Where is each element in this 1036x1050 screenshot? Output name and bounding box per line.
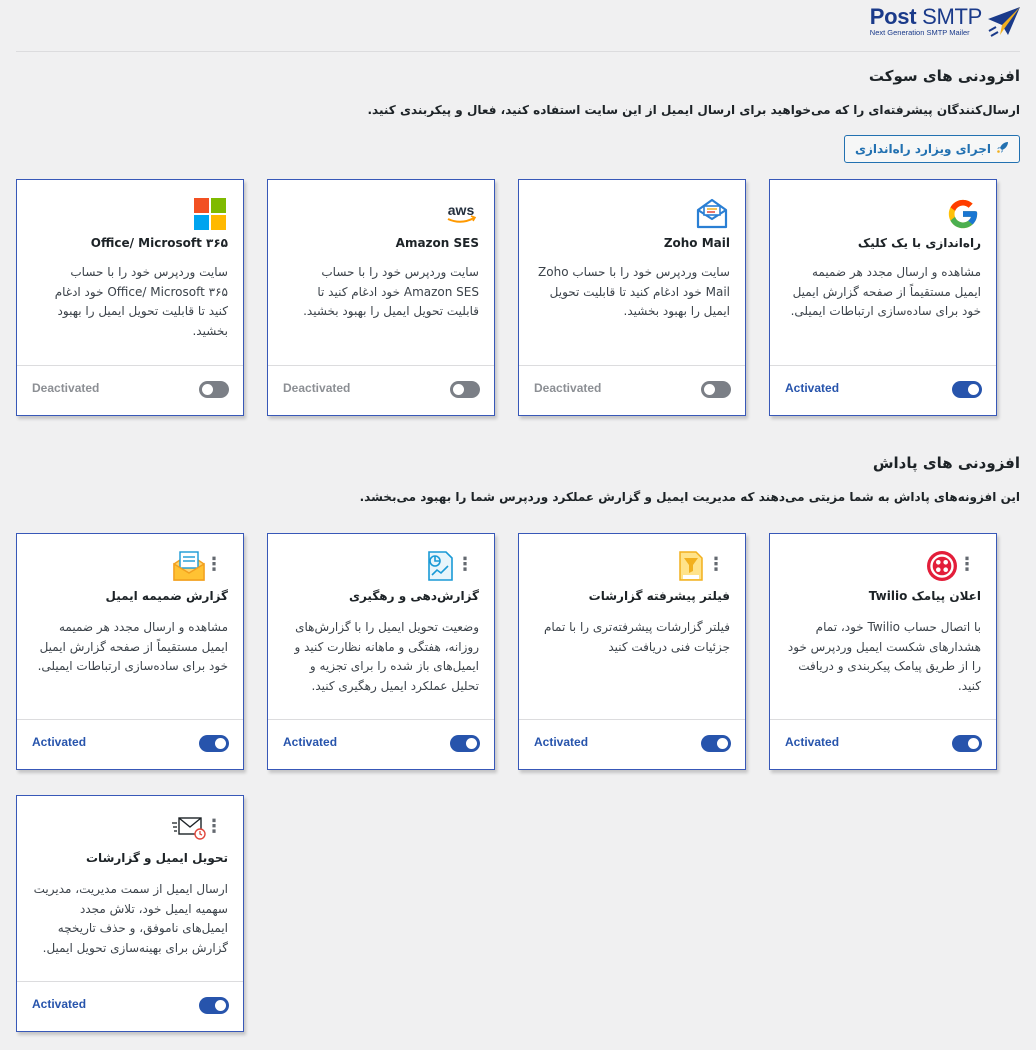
more-options-icon[interactable]: ⋮: [456, 556, 474, 574]
card-footer: Deactivated: [268, 365, 494, 415]
card-description: ارسال ایمیل از سمت مدیریت، مدیریت سهمیه …: [33, 882, 228, 955]
card-title: تحویل ایمیل و گزارشات: [86, 851, 228, 865]
logo-title: Post SMTP: [869, 4, 983, 29]
card-title: Office/ Microsoft ۳۶۵: [90, 236, 228, 250]
email-attachment-icon: [171, 548, 207, 584]
card-title: اعلان پیامک Twilio: [868, 589, 981, 603]
logo-text: Post SMTP Next Generation SMTP Mailer: [869, 4, 983, 38]
card-description: مشاهده و ارسال مجدد هر ضمیمه ایمیل مستقی…: [37, 620, 228, 673]
addon-card-email-attachment-log: ⋮ گزارش ضمیمه ایمیل مشاهده و ارسال مجدد …: [16, 533, 244, 770]
log-filter-icon: [673, 548, 709, 584]
addon-card-advanced-log-filter: ⋮ فیلتر پیشرفته گزارشات فیلتر گزارشات پی…: [518, 533, 746, 770]
activation-toggle[interactable]: [199, 735, 229, 752]
card-description: سایت وردپرس خود را با حساب Zoho Mail خود…: [538, 265, 730, 318]
report-tracking-icon: [422, 548, 458, 584]
email-delivery-icon: [171, 810, 207, 846]
card-description: سایت وردپرس خود را با حساب Amazon SES خو…: [303, 265, 479, 318]
card-description: مشاهده و ارسال مجدد هر ضمیمه ایمیل مستقی…: [790, 265, 981, 318]
status-label: Activated: [32, 997, 87, 1011]
more-options-icon[interactable]: ⋮: [958, 556, 976, 574]
card-title: گزارش ضمیمه ایمیل: [105, 589, 228, 603]
setup-wizard-label: اجرای ویزارد راه‌اندازی: [855, 142, 991, 156]
card-footer: Activated: [519, 719, 745, 769]
addon-card-microsoft-365: Office/ Microsoft ۳۶۵ سایت وردپرس خود را…: [16, 179, 244, 416]
addon-card-one-click: راه‌اندازی با یک کلیک مشاهده و ارسال مجد…: [769, 179, 997, 416]
rocket-icon: [996, 141, 1009, 157]
card-footer: Activated: [770, 719, 996, 769]
activation-toggle[interactable]: [450, 735, 480, 752]
status-label: Deactivated: [283, 381, 351, 395]
card-footer: Activated: [770, 365, 996, 415]
activation-toggle[interactable]: [952, 381, 982, 398]
setup-wizard-button[interactable]: اجرای ویزارد راه‌اندازی: [844, 135, 1020, 163]
svg-text:aws: aws: [448, 202, 475, 218]
card-footer: Activated: [17, 981, 243, 1031]
status-label: Activated: [534, 735, 589, 749]
activation-toggle[interactable]: [952, 735, 982, 752]
more-options-icon[interactable]: ⋮: [205, 556, 223, 574]
more-options-icon[interactable]: ⋮: [205, 818, 223, 836]
activation-toggle[interactable]: [450, 381, 480, 398]
activation-toggle[interactable]: [701, 381, 731, 398]
addon-card-amazon-ses: aws Amazon SES سایت وردپرس خود را با حسا…: [267, 179, 495, 416]
microsoft-icon: [192, 196, 228, 232]
post-smtp-logo: Post SMTP Next Generation SMTP Mailer: [870, 5, 1022, 39]
card-description: فیلتر گزارشات پیشرفته‌تری را با تمام جزئ…: [543, 620, 730, 654]
card-footer: Activated: [17, 719, 243, 769]
socket-section-title: افزودنی های سوکت: [868, 67, 1020, 85]
header-divider: [16, 51, 1020, 52]
activation-toggle[interactable]: [199, 997, 229, 1014]
activation-toggle[interactable]: [199, 381, 229, 398]
card-description: با اتصال حساب Twilio خود، تمام هشدارهای …: [787, 620, 981, 693]
card-description: سایت وردپرس خود را با حساب Office/ Micro…: [54, 265, 228, 338]
status-label: Activated: [785, 381, 840, 395]
card-footer: Deactivated: [519, 365, 745, 415]
card-title: Amazon SES: [395, 236, 479, 250]
card-title: راه‌اندازی با یک کلیک: [857, 236, 981, 250]
card-title: Zoho Mail: [663, 236, 730, 250]
status-label: Activated: [785, 735, 840, 749]
addon-card-zoho-mail: Zoho Mail سایت وردپرس خود را با حساب Zoh…: [518, 179, 746, 416]
paper-plane-icon: [988, 7, 1020, 37]
socket-section-description: ارسال‌کنندگان پیشرفته‌ای را که می‌خواهید…: [367, 103, 1021, 117]
twilio-icon: [924, 548, 960, 584]
aws-icon: aws: [443, 196, 479, 232]
reward-section-description: این افزونه‌های پاداش به شما مزیتی می‌دهن…: [359, 490, 1020, 504]
addon-card-reporting-tracking: ⋮ گزارش‌دهی و رهگیری وضعیت تحویل ایمیل ر…: [267, 533, 495, 770]
card-title: گزارش‌دهی و رهگیری: [348, 589, 479, 603]
addon-card-email-delivery-logs: ⋮ تحویل ایمیل و گزارشات ارسال ایمیل از س…: [16, 795, 244, 1032]
card-description: وضعیت تحویل ایمیل را با گزارش‌های روزانه…: [294, 620, 479, 693]
card-footer: Deactivated: [17, 365, 243, 415]
more-options-icon[interactable]: ⋮: [707, 556, 725, 574]
activation-toggle[interactable]: [701, 735, 731, 752]
status-label: Deactivated: [534, 381, 602, 395]
addon-card-twilio: ⋮ اعلان پیامک Twilio با اتصال حساب Twili…: [769, 533, 997, 770]
reward-section-title: افزودنی های پاداش: [872, 454, 1020, 472]
logo-tagline: Next Generation SMTP Mailer: [869, 28, 970, 37]
card-title: فیلتر پیشرفته گزارشات: [588, 589, 730, 603]
zoho-mail-icon: [694, 196, 730, 232]
status-label: Activated: [32, 735, 87, 749]
google-icon: [945, 196, 981, 232]
card-footer: Activated: [268, 719, 494, 769]
status-label: Activated: [283, 735, 338, 749]
status-label: Deactivated: [32, 381, 100, 395]
